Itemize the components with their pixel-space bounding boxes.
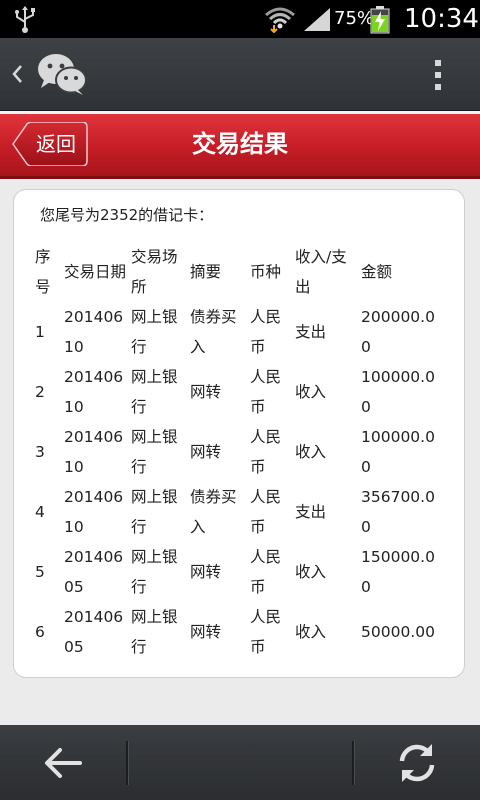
table-row: 3 20140610 网上银行 网转 人民币 收入 100000.00 [35,422,441,482]
cell-summary: 网转 [190,443,222,461]
cell-amount: 100000.00 [361,368,435,416]
cell-no: 3 [35,443,45,461]
cell-in-out: 支出 [295,323,327,341]
back-arrow-icon[interactable] [34,739,92,787]
transaction-table: 序号 交易日期 交易场所 摘要 币种 收入/支出 金额 1 20140610 网… [35,242,441,662]
header-cell-amount: 金额 [361,263,393,281]
table-row: 5 20140605 网上银行 网转 人民币 收入 150000.00 [35,542,441,602]
refresh-icon[interactable] [392,739,442,787]
back-button[interactable]: 返回 [12,122,88,166]
cell-amount: 100000.00 [361,428,435,476]
cell-no: 5 [35,563,45,581]
cell-venue: 网上银行 [131,368,178,416]
cell-venue: 网上银行 [131,608,178,656]
cell-summary: 债券买入 [190,308,237,356]
header-cell-no: 序号 [35,248,51,296]
cell-venue: 网上银行 [131,308,178,356]
table-row: 2 20140610 网上银行 网转 人民币 收入 100000.00 [35,362,441,422]
cell-no: 6 [35,623,45,641]
cell-summary: 网转 [190,563,222,581]
cell-currency: 人民币 [250,608,282,656]
cell-no: 4 [35,503,45,521]
table-row: 1 20140610 网上银行 债券买入 人民币 支出 200000.00 [35,302,441,362]
cell-currency: 人民币 [250,548,282,596]
table-header-row: 序号 交易日期 交易场所 摘要 币种 收入/支出 金额 [35,242,441,302]
battery-charging-icon [370,6,390,34]
cell-no: 2 [35,383,45,401]
cell-date: 20140605 [64,548,124,596]
table-row: 6 20140605 网上银行 网转 人民币 收入 50000.00 [35,602,441,662]
status-bar: 75% 10:34 [0,0,480,38]
cell-date: 20140610 [64,428,124,476]
usb-icon [15,6,35,33]
overflow-menu-icon[interactable] [420,56,456,94]
cell-amount: 200000.00 [361,308,435,356]
wifi-icon [265,7,295,33]
header-cell-summary: 摘要 [190,263,222,281]
clock: 10:34 [404,4,479,34]
cell-in-out: 收入 [295,383,327,401]
cell-in-out: 支出 [295,503,327,521]
header-cell-date: 交易日期 [64,263,127,281]
result-card: 您尾号为2352的借记卡： 序号 交易日期 交易场所 摘要 币种 收入/支出 金… [13,189,465,678]
cell-venue: 网上银行 [131,488,178,536]
cell-venue: 网上银行 [131,428,178,476]
cell-in-out: 收入 [295,443,327,461]
battery-percent: 75% [334,8,375,29]
cell-date: 20140610 [64,488,124,536]
cell-date: 20140610 [64,368,124,416]
header-cell-currency: 币种 [250,263,282,281]
cell-summary: 债券买入 [190,488,237,536]
header-bar: 返回 交易结果 [0,114,480,179]
cell-currency: 人民币 [250,488,282,536]
table-row: 4 20140610 网上银行 债券买入 人民币 支出 356700.00 [35,482,441,542]
cell-amount: 356700.00 [361,488,435,536]
back-button-label: 返回 [36,132,76,156]
header-cell-in-out: 收入/支出 [295,248,347,296]
cell-no: 1 [35,323,45,341]
cell-currency: 人民币 [250,428,282,476]
cell-amount: 50000.00 [361,623,435,641]
header-cell-venue: 交易场所 [131,248,178,296]
cell-summary: 网转 [190,383,222,401]
cell-date: 20140610 [64,308,124,356]
bottom-toolbar [0,725,480,800]
cell-summary: 网转 [190,623,222,641]
cell-date: 20140605 [64,608,124,656]
cell-in-out: 收入 [295,623,327,641]
cell-venue: 网上银行 [131,548,178,596]
wechat-logo-icon[interactable] [36,52,88,96]
card-caption: 您尾号为2352的借记卡： [40,206,214,224]
signal-icon [304,8,330,31]
back-chevron-icon[interactable] [8,60,28,88]
toolbar-divider [126,741,129,785]
cell-currency: 人民币 [250,308,282,356]
cell-currency: 人民币 [250,368,282,416]
toolbar-divider [352,741,355,785]
cell-in-out: 收入 [295,563,327,581]
app-bar [0,38,480,111]
cell-amount: 150000.00 [361,548,435,596]
